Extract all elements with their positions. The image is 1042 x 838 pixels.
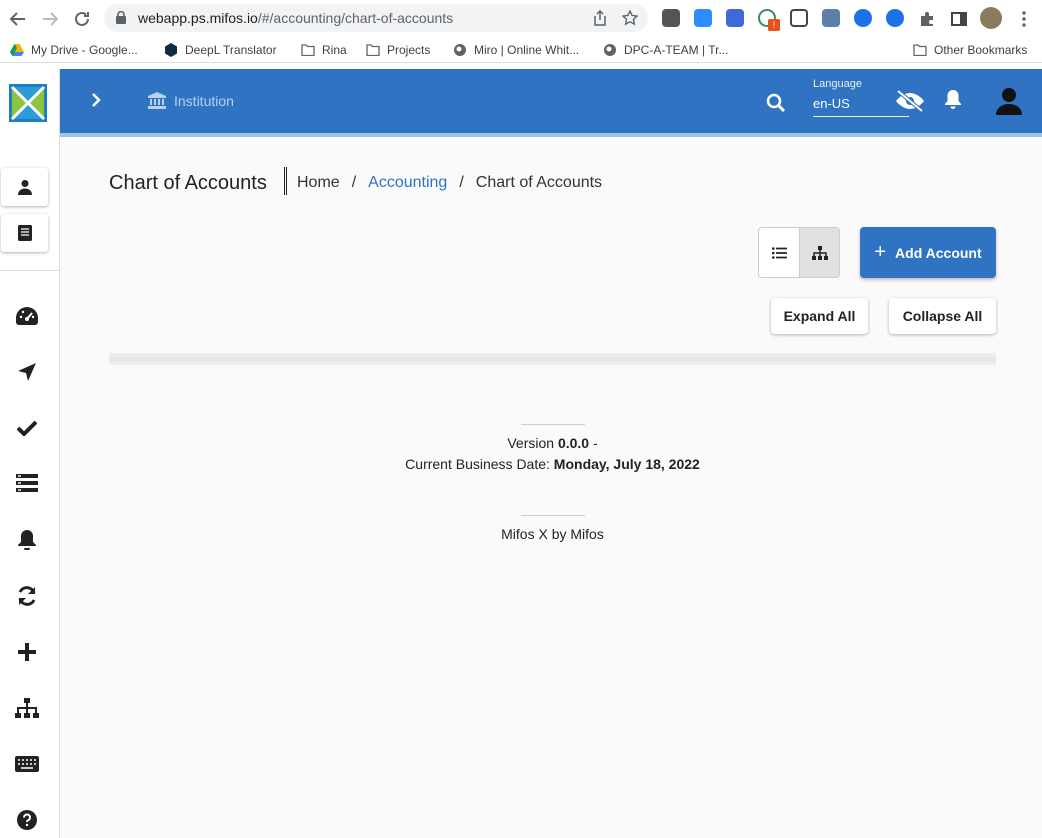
keyboard-icon[interactable] (15, 752, 39, 776)
folder-icon (301, 43, 315, 57)
footer-credit: Mifos X by Mifos (501, 526, 604, 542)
list-menu-icon[interactable] (15, 471, 39, 495)
extension-icon[interactable] (662, 9, 680, 27)
add-account-button[interactable]: + Add Account (860, 227, 996, 278)
j-extension-icon[interactable] (854, 9, 872, 27)
lock-icon (116, 10, 126, 29)
institution-menu[interactable]: Institution (148, 92, 234, 109)
breadcrumb-separator: / (351, 174, 357, 191)
globe-icon (453, 43, 467, 57)
bookmark-item[interactable]: Projects (366, 41, 430, 59)
book-icon (17, 225, 32, 241)
hide-eye-icon[interactable] (894, 89, 926, 118)
sitemap-icon[interactable] (15, 696, 39, 720)
bookmark-item[interactable]: Rina (301, 41, 347, 59)
list-icon (771, 246, 787, 259)
image-extension-icon[interactable] (822, 9, 840, 27)
back-icon[interactable] (7, 8, 29, 30)
language-label: Language (813, 78, 862, 90)
plus-icon: + (874, 241, 887, 263)
checkmark-icon[interactable] (15, 416, 39, 440)
side-panel-icon[interactable] (948, 8, 970, 30)
bookmark-item[interactable]: DeepL Translator (164, 41, 277, 59)
bookmark-item[interactable]: Miro | Online Whit... (453, 41, 579, 59)
list-view-button[interactable] (759, 228, 799, 277)
tree-view-button[interactable] (799, 228, 839, 277)
footer-divider (521, 424, 585, 425)
bookmark-extension-icon[interactable] (726, 9, 744, 27)
institution-label: Institution (174, 92, 234, 109)
other-bookmarks[interactable]: Other Bookmarks (913, 41, 1027, 59)
bookmarks-bar: My Drive - Google... DeepL Translator Ri… (0, 37, 1042, 63)
accounts-tree-panel (109, 353, 996, 365)
menu-dots-icon[interactable] (1013, 8, 1035, 30)
dashboard-icon[interactable] (15, 304, 39, 328)
browser-toolbar: webapp.ps.mifos.io/#/accounting/chart-of… (0, 0, 1042, 37)
mifos-logo[interactable] (9, 84, 47, 122)
breadcrumb: Home / Accounting / Chart of Accounts (297, 174, 602, 192)
sync-icon[interactable] (15, 584, 39, 608)
collapse-all-button[interactable]: Collapse All (889, 298, 996, 334)
address-bar[interactable]: webapp.ps.mifos.io/#/accounting/chart-of… (104, 4, 648, 32)
deepl-icon (164, 43, 178, 57)
user-account-icon[interactable] (996, 87, 1022, 120)
clients-tab[interactable] (1, 168, 48, 206)
version-info: Version 0.0.0 - (507, 435, 598, 451)
add-account-label: Add Account (895, 244, 982, 261)
breadcrumb-accounting[interactable]: Accounting (368, 174, 447, 192)
folder-icon (913, 43, 927, 57)
share-icon[interactable] (592, 9, 608, 26)
navigation-icon[interactable] (15, 360, 39, 384)
chevron-right-icon[interactable] (89, 91, 103, 114)
globe-icon (603, 43, 617, 57)
help-icon[interactable] (15, 808, 39, 832)
page-title: Chart of Accounts (109, 172, 267, 194)
breadcrumb-home[interactable]: Home (297, 174, 340, 192)
bell-icon[interactable] (15, 528, 39, 552)
sidebar-divider (0, 270, 59, 271)
footer-divider (521, 515, 585, 516)
accounting-tab[interactable] (1, 214, 48, 252)
folder-icon (366, 43, 380, 57)
bookmark-item[interactable]: My Drive - Google... (10, 41, 138, 59)
breadcrumb-current: Chart of Accounts (475, 174, 603, 191)
zoom-extension-icon[interactable] (694, 9, 712, 27)
extension-badge: ! (768, 19, 780, 31)
person-icon (17, 180, 32, 195)
g-extension-icon[interactable] (886, 9, 904, 27)
bank-icon (148, 92, 166, 109)
plus-icon[interactable] (15, 640, 39, 664)
screen-capture-icon[interactable] (790, 9, 808, 27)
business-date: Current Business Date: Monday, July 18, … (405, 456, 700, 472)
puzzle-icon[interactable] (916, 8, 938, 30)
forward-icon[interactable] (39, 8, 61, 30)
drive-icon (10, 43, 24, 57)
profile-avatar[interactable] (980, 7, 1002, 29)
url-text: webapp.ps.mifos.io/#/accounting/chart-of… (138, 10, 454, 26)
notification-bell-icon[interactable] (944, 89, 962, 114)
sidebar (0, 69, 60, 838)
title-separator (284, 167, 287, 195)
sitemap-icon (811, 245, 828, 260)
search-icon[interactable] (766, 93, 786, 118)
breadcrumb-separator: / (459, 174, 464, 191)
view-toggle-group (758, 227, 840, 278)
expand-all-button[interactable]: Expand All (771, 298, 868, 334)
main-content: Chart of Accounts Home / Accounting / Ch… (60, 137, 1042, 838)
star-icon[interactable] (621, 9, 639, 26)
bookmark-item[interactable]: DPC-A-TEAM | Tr... (603, 41, 728, 59)
reload-icon[interactable] (71, 8, 93, 30)
app-toolbar: Institution Language en-US (60, 69, 1042, 133)
